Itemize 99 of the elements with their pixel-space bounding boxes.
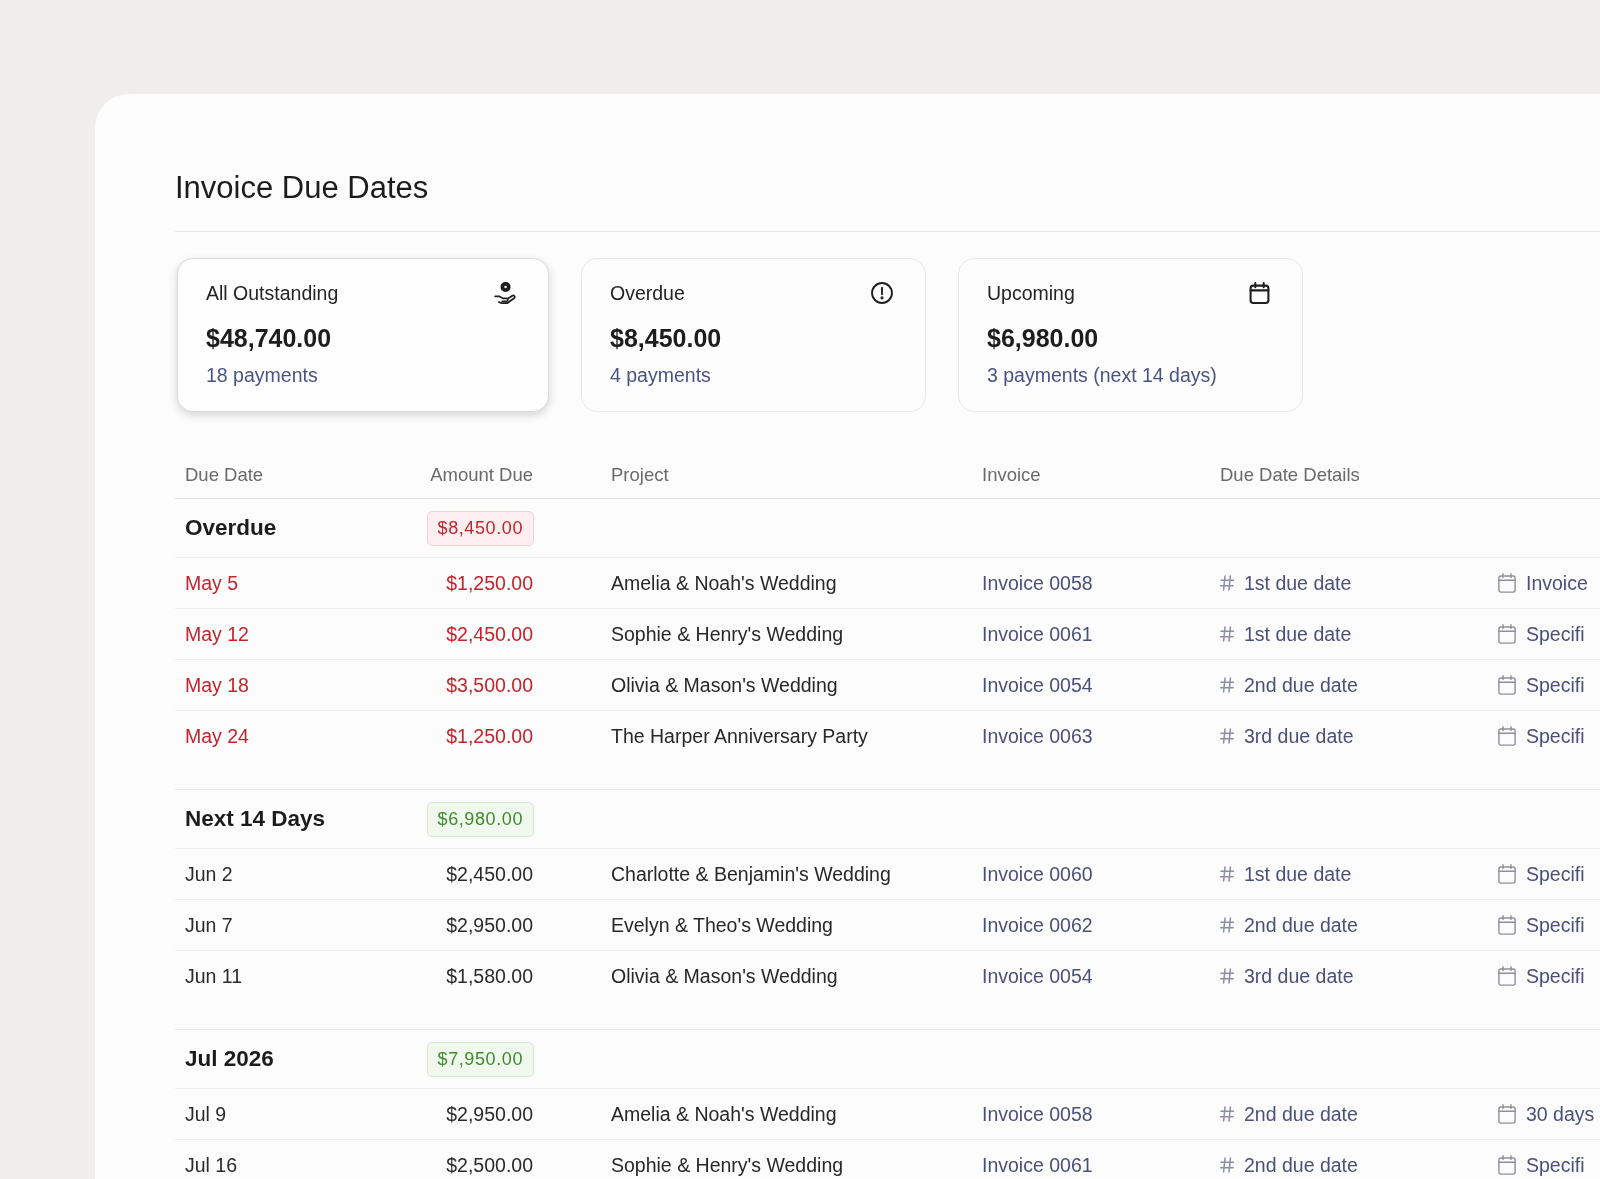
group-title: Next 14 Days bbox=[185, 805, 326, 833]
hash-icon bbox=[1220, 626, 1234, 642]
column-header: Project bbox=[611, 464, 669, 486]
summary-card[interactable]: All Outstanding $48,740.00 18 payments bbox=[177, 258, 549, 412]
hash-icon bbox=[1220, 677, 1234, 693]
invoice-link[interactable]: Invoice 0061 bbox=[982, 1154, 1093, 1176]
calendar-icon bbox=[1498, 966, 1516, 986]
due-date: May 24 bbox=[185, 725, 249, 747]
summary-card[interactable]: Upcoming $6,980.00 3 payments (next 14 days) bbox=[958, 258, 1303, 412]
project-name: Amelia & Noah's Wedding bbox=[611, 572, 837, 594]
due-date-number: 2nd due date bbox=[1244, 1103, 1358, 1125]
invoice-link[interactable]: Invoice 0058 bbox=[982, 1103, 1093, 1125]
amount-due: $3,500.00 bbox=[446, 674, 533, 696]
invoice-link[interactable]: Invoice 0063 bbox=[982, 725, 1093, 747]
hand-coin-icon bbox=[494, 282, 516, 304]
card-amount: $6,980.00 bbox=[987, 323, 1099, 353]
invoice-link[interactable]: Invoice 0054 bbox=[982, 965, 1093, 987]
hash-icon bbox=[1220, 575, 1234, 591]
hash-icon bbox=[1220, 968, 1234, 984]
due-date: Jun 2 bbox=[185, 863, 233, 885]
due-date: Jun 11 bbox=[185, 965, 243, 987]
calendar-icon bbox=[1498, 624, 1516, 644]
project-name: Amelia & Noah's Wedding bbox=[611, 1103, 837, 1125]
amount-due: $2,450.00 bbox=[446, 623, 533, 645]
group-total-tag: $6,980.00 bbox=[426, 801, 534, 837]
project-name: Charlotte & Benjamin's Wedding bbox=[611, 863, 891, 885]
card-label: Overdue bbox=[610, 281, 685, 305]
due-date: May 5 bbox=[185, 572, 239, 594]
calendar-icon bbox=[1498, 1155, 1516, 1175]
due-date-number: 2nd due date bbox=[1244, 1154, 1358, 1176]
due-date: Jul 16 bbox=[185, 1154, 238, 1176]
amount-due: $2,950.00 bbox=[446, 914, 533, 936]
card-label: All Outstanding bbox=[206, 281, 339, 305]
page-title: Invoice Due Dates bbox=[175, 170, 429, 206]
due-date-detail: Invoice bbox=[1526, 572, 1588, 594]
exclamation-circle-icon bbox=[871, 282, 893, 304]
due-date: Jun 7 bbox=[185, 914, 233, 936]
group-total-tag: $7,950.00 bbox=[426, 1041, 534, 1077]
amount-due: $1,250.00 bbox=[446, 725, 533, 747]
due-date-number: 1st due date bbox=[1244, 572, 1352, 594]
calendar-icon bbox=[1249, 282, 1270, 304]
project-name: Sophie & Henry's Wedding bbox=[611, 1154, 844, 1176]
amount-due: $1,580.00 bbox=[446, 965, 533, 987]
project-name: Evelyn & Theo's Wedding bbox=[611, 914, 833, 936]
due-date: Jul 9 bbox=[185, 1103, 227, 1125]
hash-icon bbox=[1220, 1106, 1234, 1122]
invoice-link[interactable]: Invoice 0054 bbox=[982, 674, 1093, 696]
amount-due: $1,250.00 bbox=[446, 572, 533, 594]
invoice-link[interactable]: Invoice 0062 bbox=[982, 914, 1093, 936]
project-name: Olivia & Mason's Wedding bbox=[611, 674, 838, 696]
due-date-number: 3rd due date bbox=[1244, 725, 1354, 747]
calendar-icon bbox=[1498, 915, 1516, 935]
due-date-number: 1st due date bbox=[1244, 623, 1352, 645]
summary-card[interactable]: Overdue $8,450.00 4 payments bbox=[581, 258, 926, 412]
due-date-number: 1st due date bbox=[1244, 863, 1352, 885]
calendar-icon bbox=[1498, 1104, 1516, 1124]
payment-count: 18 payments bbox=[206, 363, 318, 387]
card-label: Upcoming bbox=[987, 281, 1075, 305]
group-title: Overdue bbox=[185, 514, 277, 542]
calendar-icon bbox=[1498, 573, 1516, 593]
calendar-icon bbox=[1498, 726, 1516, 746]
amount-due: $2,450.00 bbox=[446, 863, 533, 885]
due-date-detail: Specifi bbox=[1526, 863, 1585, 885]
due-date: May 18 bbox=[185, 674, 249, 696]
column-header: Amount Due bbox=[430, 464, 533, 486]
project-name: The Harper Anniversary Party bbox=[611, 725, 868, 747]
due-date-number: 3rd due date bbox=[1244, 965, 1354, 987]
column-header: Due Date bbox=[185, 464, 264, 486]
invoice-link[interactable]: Invoice 0058 bbox=[982, 572, 1093, 594]
group-title: Jul 2026 bbox=[185, 1045, 274, 1073]
payment-count: 4 payments bbox=[610, 363, 711, 387]
group-total-tag: $8,450.00 bbox=[426, 510, 534, 546]
column-header: Invoice bbox=[982, 464, 1041, 486]
due-date-number: 2nd due date bbox=[1244, 914, 1358, 936]
invoice-link[interactable]: Invoice 0061 bbox=[982, 623, 1093, 645]
column-header: Due Date Details bbox=[1220, 464, 1360, 486]
due-date-detail: Specifi bbox=[1526, 674, 1585, 696]
amount-due: $2,500.00 bbox=[446, 1154, 533, 1176]
invoice-link[interactable]: Invoice 0060 bbox=[982, 863, 1093, 885]
due-date: May 12 bbox=[185, 623, 249, 645]
hash-icon bbox=[1220, 1157, 1234, 1173]
hash-icon bbox=[1220, 728, 1234, 744]
due-date-detail: Specifi bbox=[1526, 725, 1585, 747]
due-date-detail: Specifi bbox=[1526, 914, 1585, 936]
due-date-detail: Specifi bbox=[1526, 623, 1585, 645]
calendar-icon bbox=[1498, 864, 1516, 884]
hash-icon bbox=[1220, 917, 1234, 933]
project-name: Sophie & Henry's Wedding bbox=[611, 623, 844, 645]
due-date-detail: Specifi bbox=[1526, 965, 1585, 987]
payment-count: 3 payments (next 14 days) bbox=[987, 363, 1217, 387]
calendar-icon bbox=[1498, 675, 1516, 695]
project-name: Olivia & Mason's Wedding bbox=[611, 965, 838, 987]
due-date-detail: Specifi bbox=[1526, 1154, 1585, 1176]
due-date-detail: 30 days bbox=[1526, 1103, 1595, 1125]
hash-icon bbox=[1220, 866, 1234, 882]
amount-due: $2,950.00 bbox=[446, 1103, 533, 1125]
card-amount: $8,450.00 bbox=[610, 323, 722, 353]
due-date-number: 2nd due date bbox=[1244, 674, 1358, 696]
card-amount: $48,740.00 bbox=[206, 323, 332, 353]
